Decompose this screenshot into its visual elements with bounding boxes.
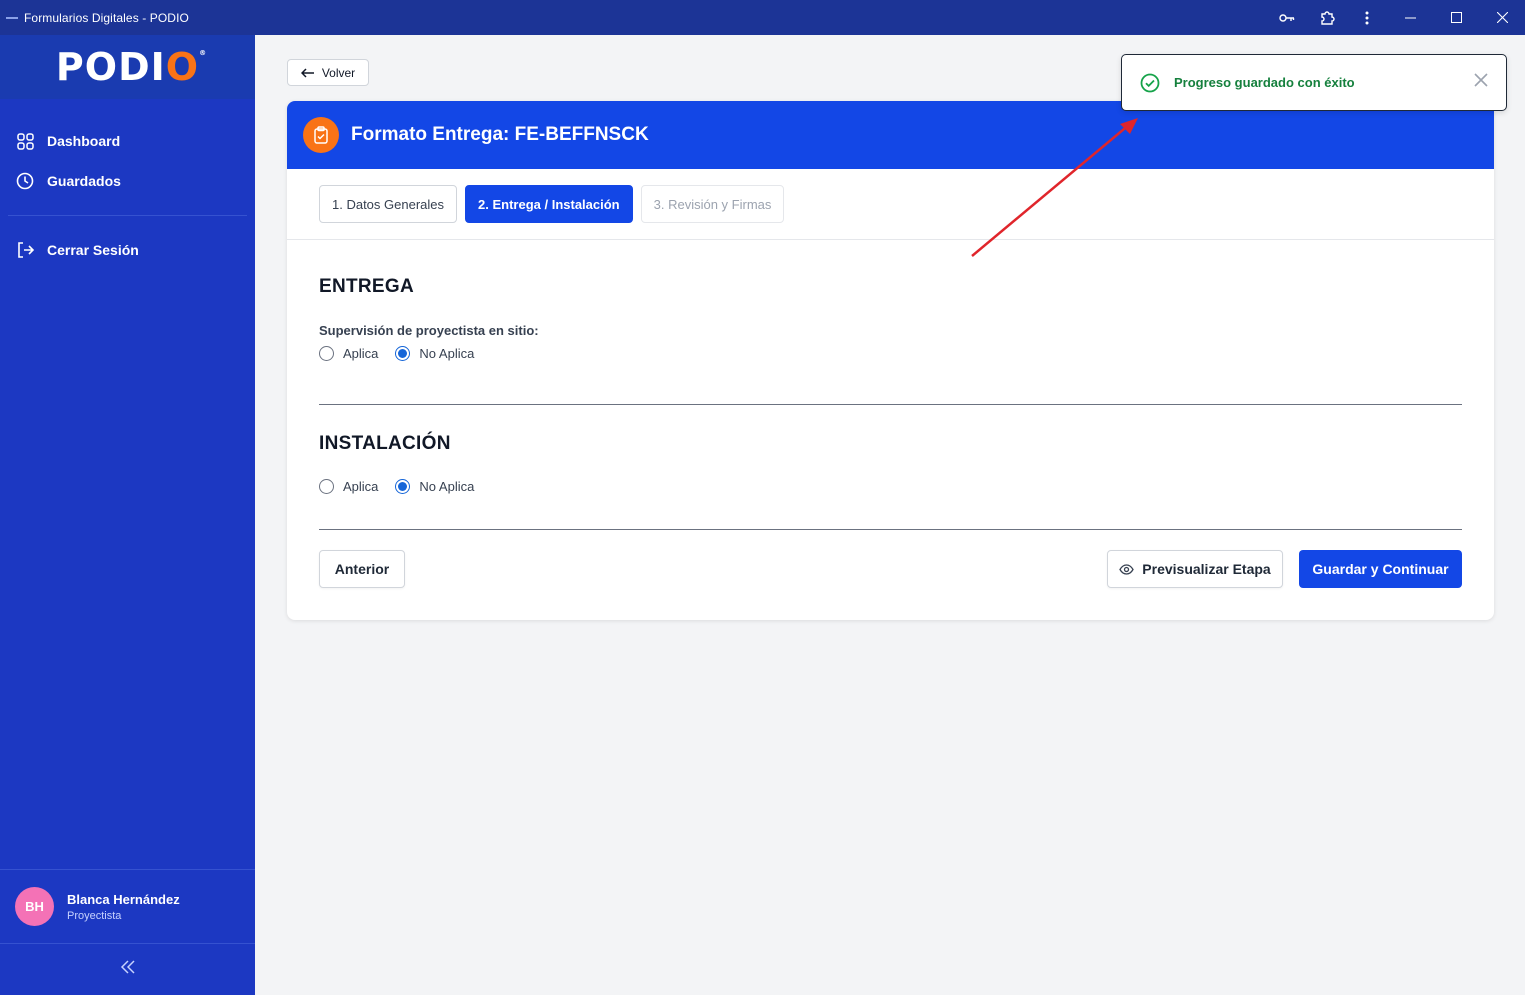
- avatar: BH: [15, 887, 54, 926]
- annotation-arrow: [971, 118, 1138, 257]
- double-chevron-left-icon: [120, 960, 136, 979]
- preview-stage-button[interactable]: Previsualizar Etapa: [1107, 550, 1283, 588]
- section-title: ENTREGA: [319, 276, 414, 297]
- save-continue-button[interactable]: Guardar y Continuar: [1299, 550, 1462, 588]
- user-name: Blanca Hernández: [67, 891, 180, 907]
- user-profile[interactable]: BH Blanca Hernández Proyectista: [0, 869, 255, 943]
- check-circle-icon: [1140, 73, 1160, 93]
- save-continue-label: Guardar y Continuar: [1312, 561, 1449, 577]
- field-label: Supervisión de proyectista en sitio:: [319, 323, 539, 338]
- radio-label: Aplica: [343, 479, 379, 494]
- radio-circle-checked[interactable]: [395, 346, 411, 361]
- step-tabs: 1. Datos Generales 2. Entrega / Instalac…: [287, 169, 1494, 240]
- sidebar-item-label: Dashboard: [47, 133, 121, 149]
- podio-logo: PODIO ®: [55, 45, 206, 89]
- more-icon[interactable]: [1347, 0, 1387, 35]
- clock-icon: [16, 172, 34, 190]
- window-controls: [1267, 0, 1525, 35]
- instalacion-section: INSTALACIÓN: [319, 433, 1462, 455]
- supervision-field: Supervisión de proyectista en sitio:: [319, 323, 1462, 338]
- radio-circle[interactable]: [319, 346, 334, 361]
- form-card: Formato Entrega: FE-BEFFNSCK 1. Datos Ge…: [287, 101, 1494, 620]
- entrega-section: ENTREGA: [319, 276, 1462, 298]
- previous-button-label: Anterior: [334, 561, 390, 577]
- radio-circle-checked[interactable]: [395, 479, 411, 494]
- sidebar-nav: Dashboard Guardados Cerrar Sesión: [0, 99, 255, 270]
- previous-button[interactable]: Anterior: [319, 550, 405, 588]
- back-button[interactable]: Volver: [287, 59, 369, 86]
- tab-revision-firmas: 3. Revisión y Firmas: [640, 185, 785, 223]
- window-titlebar: Formularios Digitales - PODIO: [0, 0, 1525, 35]
- section-divider: [319, 404, 1462, 405]
- sidebar-item-dashboard[interactable]: Dashboard: [0, 121, 255, 161]
- close-icon[interactable]: [1474, 73, 1488, 87]
- collapse-sidebar-button[interactable]: [0, 943, 255, 995]
- back-button-label: Volver: [321, 65, 356, 80]
- logo-text: PODI: [55, 45, 166, 89]
- preview-button-label: Previsualizar Etapa: [1142, 561, 1271, 577]
- form-header: Formato Entrega: FE-BEFFNSCK: [287, 101, 1494, 169]
- logout-icon: [16, 241, 34, 259]
- key-icon[interactable]: [1267, 0, 1307, 35]
- success-toast: Progreso guardado con éxito: [1121, 54, 1507, 111]
- app-icon: [6, 17, 18, 19]
- radio-aplica[interactable]: Aplica: [319, 346, 378, 361]
- tab-entrega-instalacion[interactable]: 2. Entrega / Instalación: [465, 185, 633, 223]
- tab-datos-generales[interactable]: 1. Datos Generales: [319, 185, 458, 223]
- section-title: INSTALACIÓN: [319, 433, 451, 454]
- radio-no-aplica[interactable]: No Aplica: [395, 346, 474, 361]
- sidebar-item-label: Guardados: [47, 173, 121, 189]
- eye-icon: [1119, 563, 1135, 575]
- logo-accent: O: [165, 45, 200, 89]
- radio-aplica[interactable]: Aplica: [319, 479, 378, 494]
- radio-label: No Aplica: [419, 346, 475, 361]
- radio-label: Aplica: [343, 346, 379, 361]
- form-title: Formato Entrega: FE-BEFFNSCK: [351, 124, 649, 145]
- grid-icon: [16, 132, 34, 150]
- minimize-icon[interactable]: [1387, 0, 1433, 35]
- clipboard-icon: [303, 117, 339, 153]
- section-divider: [319, 529, 1462, 530]
- user-role: Proyectista: [67, 909, 122, 922]
- extensions-icon[interactable]: [1307, 0, 1347, 35]
- radio-no-aplica[interactable]: No Aplica: [395, 479, 474, 494]
- logo-area: PODIO ®: [0, 35, 255, 99]
- toast-message: Progreso guardado con éxito: [1174, 75, 1355, 90]
- arrow-left-icon: [300, 67, 315, 78]
- instalacion-radio-group: Aplica No Aplica: [319, 479, 1462, 494]
- sidebar-item-guardados[interactable]: Guardados: [0, 161, 255, 201]
- radio-circle[interactable]: [319, 479, 334, 494]
- sidebar: PODIO ® Dashboard Guardados Cerrar Sesió…: [0, 35, 255, 995]
- sidebar-item-cerrar-sesion[interactable]: Cerrar Sesión: [0, 230, 255, 270]
- window-title: Formularios Digitales - PODIO: [24, 10, 189, 25]
- close-icon[interactable]: [1479, 0, 1525, 35]
- radio-label: No Aplica: [419, 479, 475, 494]
- nav-divider: [8, 215, 247, 216]
- sidebar-item-label: Cerrar Sesión: [47, 242, 139, 258]
- supervision-radio-group: Aplica No Aplica: [319, 346, 1462, 361]
- user-info: Blanca Hernández Proyectista: [67, 892, 180, 922]
- logo-registered-mark: ®: [199, 49, 208, 57]
- maximize-icon[interactable]: [1433, 0, 1479, 35]
